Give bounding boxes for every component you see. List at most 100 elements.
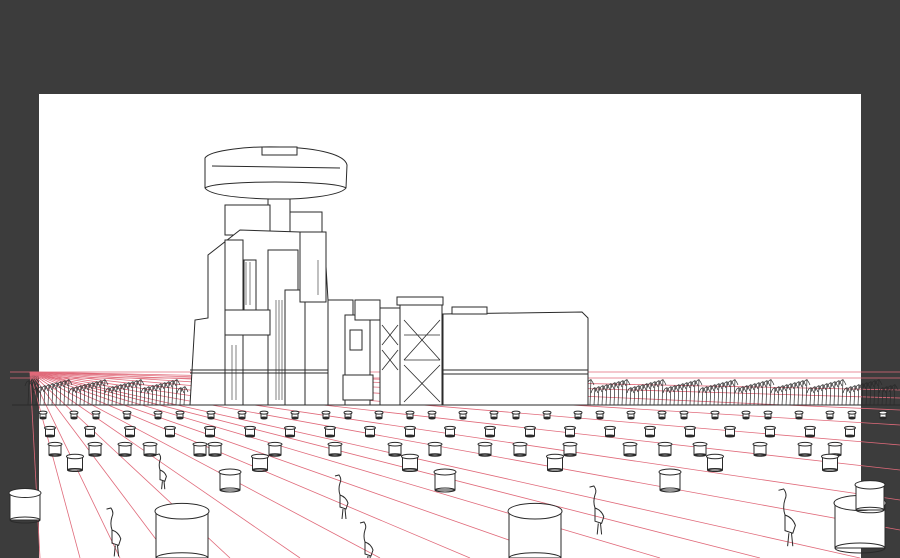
stump xyxy=(794,410,804,420)
tree xyxy=(865,381,868,406)
stump xyxy=(657,410,667,420)
tree xyxy=(677,383,680,406)
tree xyxy=(833,380,836,406)
stump xyxy=(207,441,223,457)
stump xyxy=(679,410,689,420)
tree xyxy=(785,383,788,406)
stump xyxy=(153,410,163,420)
tree xyxy=(91,381,94,406)
stump xyxy=(724,425,736,438)
stump xyxy=(546,453,564,472)
tree xyxy=(841,378,844,406)
stump xyxy=(821,453,839,472)
stump xyxy=(343,410,353,420)
tree xyxy=(793,381,796,406)
heron xyxy=(155,453,167,490)
tree xyxy=(75,385,78,406)
stump xyxy=(854,480,886,514)
tree xyxy=(179,386,182,406)
heron xyxy=(589,485,605,535)
stump xyxy=(327,441,343,457)
stump xyxy=(626,410,636,420)
tree xyxy=(35,386,38,406)
stump xyxy=(763,410,773,420)
stump xyxy=(117,441,133,457)
stump xyxy=(44,425,56,438)
stump xyxy=(658,468,682,493)
tree xyxy=(813,385,816,406)
tree xyxy=(861,382,864,406)
tree xyxy=(27,379,30,406)
stump xyxy=(622,441,638,457)
stump xyxy=(69,410,79,420)
stump xyxy=(284,425,296,438)
stump xyxy=(192,441,208,457)
stump xyxy=(847,410,857,420)
tree xyxy=(869,380,872,406)
stump xyxy=(741,410,751,420)
tree xyxy=(877,378,880,406)
stump xyxy=(84,425,96,438)
tree xyxy=(649,381,652,406)
tree xyxy=(821,383,824,406)
tree xyxy=(183,385,186,406)
stump xyxy=(444,425,456,438)
stump xyxy=(710,410,720,420)
tree xyxy=(175,378,178,406)
stump xyxy=(489,410,499,420)
stump xyxy=(218,468,242,493)
stump xyxy=(433,468,457,493)
heron xyxy=(359,521,374,558)
tree xyxy=(87,382,90,406)
tree xyxy=(885,385,888,406)
tree xyxy=(665,386,668,406)
tree xyxy=(83,383,86,406)
sketch-artwork xyxy=(8,146,900,558)
tree xyxy=(605,383,608,406)
tree xyxy=(657,379,660,406)
stump xyxy=(825,410,835,420)
tree xyxy=(705,385,708,406)
tree xyxy=(669,385,672,406)
tower-building xyxy=(189,146,381,406)
stump xyxy=(204,425,216,438)
tree xyxy=(131,380,134,406)
stump xyxy=(267,441,283,457)
scaffold-structure xyxy=(379,296,444,406)
tree xyxy=(745,384,748,406)
tree xyxy=(769,378,772,406)
tree xyxy=(829,381,832,406)
tree xyxy=(617,380,620,406)
tree xyxy=(845,386,848,406)
stump xyxy=(374,410,384,420)
tree xyxy=(609,382,612,406)
tree xyxy=(613,381,616,406)
stump xyxy=(684,425,696,438)
tree xyxy=(889,384,892,406)
workspace-background xyxy=(0,0,900,558)
tree xyxy=(765,379,768,406)
stump xyxy=(752,441,768,457)
stump xyxy=(244,425,256,438)
tree xyxy=(741,385,744,406)
tree xyxy=(681,382,684,406)
stump xyxy=(512,441,528,457)
tree xyxy=(733,378,736,406)
stump xyxy=(595,410,605,420)
stump xyxy=(175,410,185,420)
tree xyxy=(39,385,42,406)
stump xyxy=(427,441,443,457)
stump xyxy=(364,425,376,438)
tree xyxy=(641,383,644,406)
stump xyxy=(562,441,578,457)
stump xyxy=(259,410,269,420)
stump xyxy=(387,441,403,457)
stump xyxy=(564,425,576,438)
stump xyxy=(511,410,521,420)
tree xyxy=(593,386,596,406)
tree xyxy=(123,382,126,406)
stump xyxy=(797,441,813,457)
tree xyxy=(143,386,146,406)
tree xyxy=(781,384,784,406)
tree xyxy=(645,382,648,406)
